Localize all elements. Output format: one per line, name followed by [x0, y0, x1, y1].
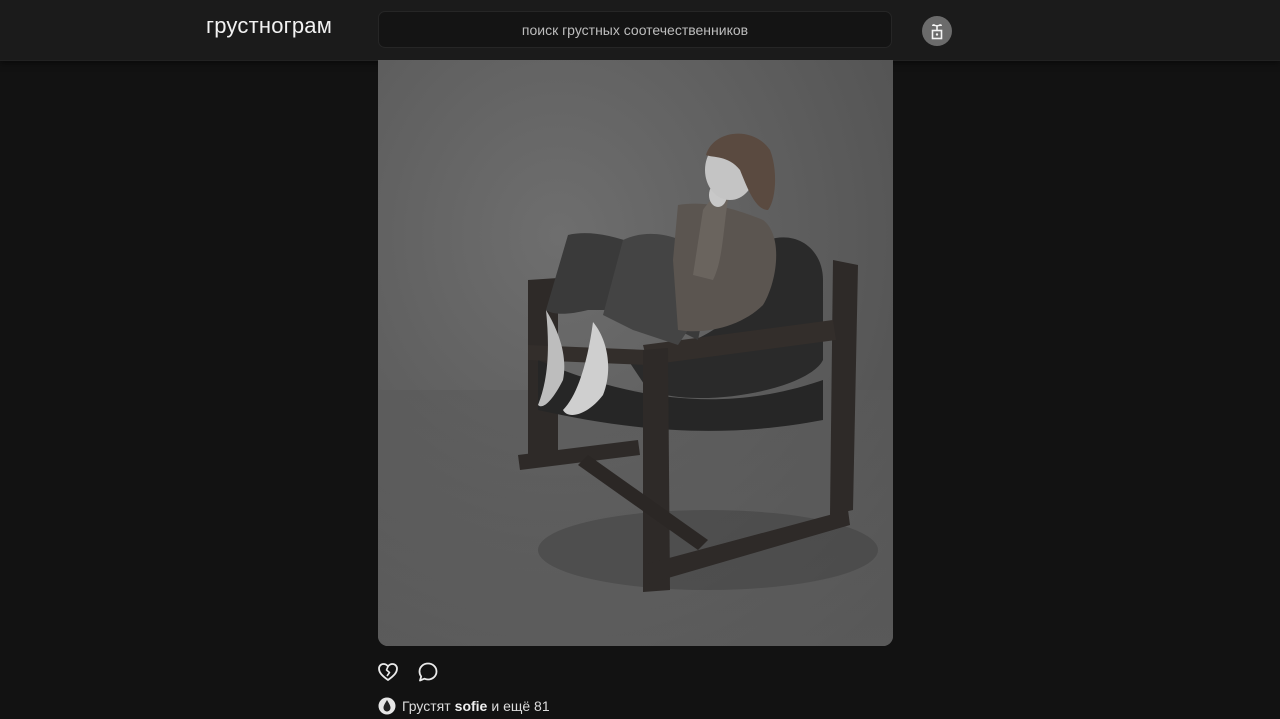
broken-heart-icon — [378, 663, 398, 681]
app-logo[interactable]: грустнограм — [206, 13, 332, 39]
plant-pot-icon — [931, 24, 943, 40]
post-photo[interactable] — [378, 60, 893, 646]
teardrop-icon — [378, 697, 396, 715]
liker-username[interactable]: sofie — [455, 698, 488, 714]
likes-summary: Грустят sofie и ещё 81 — [378, 696, 550, 716]
top-bar: грустнограм — [0, 0, 1280, 61]
post-actions — [376, 660, 440, 684]
profile-button[interactable] — [922, 16, 952, 46]
likes-prefix: Грустят — [402, 698, 451, 714]
comment-button[interactable] — [416, 660, 440, 684]
search-input[interactable] — [378, 11, 892, 48]
like-button[interactable] — [376, 660, 400, 684]
comment-bubble-icon — [418, 662, 438, 682]
likes-count-text[interactable]: и ещё 81 — [491, 698, 549, 714]
